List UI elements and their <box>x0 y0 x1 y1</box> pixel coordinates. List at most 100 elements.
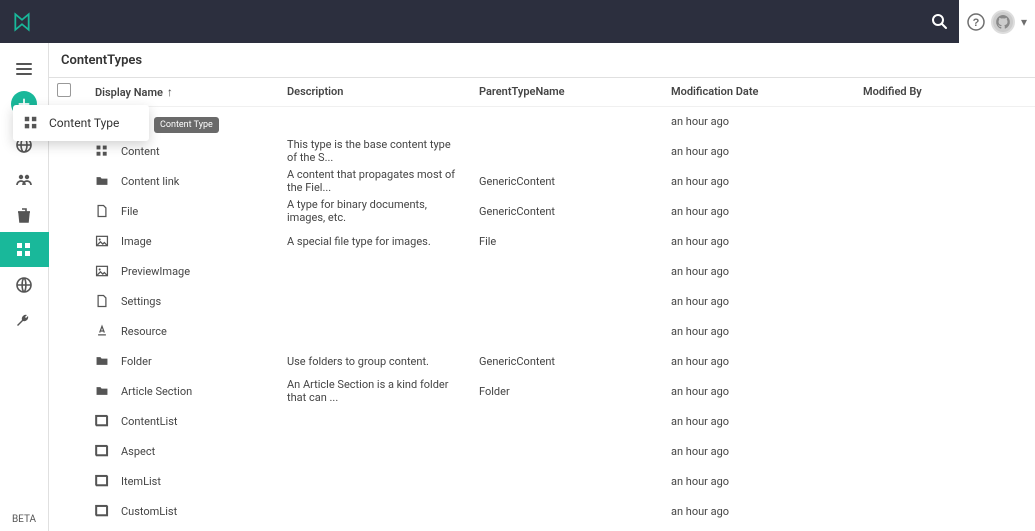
folder-icon <box>95 354 109 368</box>
table-row[interactable]: PreviewImage an hour ago <box>49 256 1035 286</box>
row-desc <box>279 256 471 286</box>
popover-label: Content Type <box>49 116 119 130</box>
row-mod: an hour ago <box>663 496 855 526</box>
row-mod: an hour ago <box>663 196 855 226</box>
row-parent <box>471 286 663 316</box>
row-parent: GenericContent <box>471 196 663 226</box>
sidebar-trash[interactable] <box>0 197 49 232</box>
col-mod-by[interactable]: Modified By <box>855 78 1035 106</box>
image-icon <box>95 264 109 278</box>
row-desc <box>279 436 471 466</box>
row-by <box>855 316 1035 346</box>
row-by <box>855 466 1035 496</box>
row-parent <box>471 436 663 466</box>
row-parent: GenericContent <box>471 346 663 376</box>
list-icon <box>95 414 109 428</box>
row-parent: GenericContent <box>471 166 663 196</box>
row-desc: This type is the base content type of th… <box>279 136 471 166</box>
table-row[interactable]: FolderUse folders to group content.Gener… <box>49 346 1035 376</box>
table-row[interactable]: Content link A content that propagates mo… <box>49 166 1035 196</box>
table-row[interactable]: Article SectionAn Article Section is a k… <box>49 376 1035 406</box>
list-icon <box>95 444 109 458</box>
row-name: File <box>121 205 138 218</box>
sidebar-settings[interactable] <box>0 302 49 337</box>
table-row[interactable]: Resource an hour ago <box>49 316 1035 346</box>
row-mod: an hour ago <box>663 316 855 346</box>
table-row[interactable]: Aspectan hour ago <box>49 436 1035 466</box>
search-icon[interactable] <box>929 0 959 43</box>
row-desc: A special file type for images. <box>279 226 471 256</box>
row-parent <box>471 316 663 346</box>
row-name: Settings <box>121 295 161 308</box>
row-desc: An Article Section is a kind folder that… <box>279 376 471 406</box>
folder-icon <box>95 384 109 398</box>
row-name: Content <box>121 145 160 158</box>
row-desc <box>279 106 471 136</box>
table-row[interactable]: CustomListan hour ago <box>49 496 1035 526</box>
row-parent <box>471 466 663 496</box>
row-desc: Use folders to group content. <box>279 346 471 376</box>
file-icon <box>95 204 109 218</box>
row-desc: A content that propagates most of the Fi… <box>279 166 471 196</box>
row-parent: Folder <box>471 376 663 406</box>
add-popover[interactable]: Content Type <box>13 105 149 141</box>
row-desc <box>279 286 471 316</box>
row-by <box>855 166 1035 196</box>
tooltip: Content Type <box>154 117 219 133</box>
row-by <box>855 436 1035 466</box>
row-mod: an hour ago <box>663 226 855 256</box>
row-name: Resource <box>121 325 167 338</box>
row-name: Image <box>121 235 152 248</box>
row-parent <box>471 106 663 136</box>
row-mod: an hour ago <box>663 256 855 286</box>
row-mod: an hour ago <box>663 106 855 136</box>
sidebar-language[interactable] <box>0 267 49 302</box>
list-icon <box>95 504 109 518</box>
row-desc <box>279 406 471 436</box>
sort-asc-icon: ↑ <box>167 85 173 99</box>
menu-button[interactable] <box>0 53 49 85</box>
row-name: Content link <box>121 175 179 188</box>
row-parent <box>471 406 663 436</box>
user-avatar[interactable] <box>991 10 1015 34</box>
row-parent: File <box>471 226 663 256</box>
table-row[interactable]: Image A special file type for images.File… <box>49 226 1035 256</box>
row-desc: A type for binary documents, images, etc… <box>279 196 471 226</box>
row-desc <box>279 316 471 346</box>
row-parent <box>471 256 663 286</box>
row-by <box>855 406 1035 436</box>
help-icon[interactable] <box>967 13 985 31</box>
row-by <box>855 496 1035 526</box>
chevron-down-icon[interactable]: ▾ <box>1021 15 1027 29</box>
row-by <box>855 346 1035 376</box>
app-logo[interactable] <box>0 0 43 43</box>
col-description[interactable]: Description <box>279 78 471 106</box>
table-row[interactable]: ItemListan hour ago <box>49 466 1035 496</box>
row-by <box>855 376 1035 406</box>
table-row[interactable]: Content This type is the base content typ… <box>49 136 1035 166</box>
row-mod: an hour ago <box>663 406 855 436</box>
row-mod: an hour ago <box>663 466 855 496</box>
row-name: Aspect <box>121 445 155 458</box>
table-row[interactable]: File A type for binary documents, images,… <box>49 196 1035 226</box>
sidebar-content-types[interactable] <box>0 232 49 267</box>
textformat-icon <box>95 324 109 338</box>
sidebar-people[interactable] <box>0 162 49 197</box>
col-parent[interactable]: ParentTypeName <box>471 78 663 106</box>
row-by <box>855 106 1035 136</box>
table-row[interactable]: ContentListan hour ago <box>49 406 1035 436</box>
row-desc <box>279 466 471 496</box>
row-by <box>855 256 1035 286</box>
table-row[interactable]: Settingsan hour ago <box>49 286 1035 316</box>
select-all-checkbox[interactable] <box>57 83 71 97</box>
row-mod: an hour ago <box>663 346 855 376</box>
col-display-name[interactable]: Display Name↑ <box>87 78 279 106</box>
row-parent <box>471 136 663 166</box>
widgets-icon <box>23 115 39 131</box>
row-name: PreviewImage <box>121 265 190 278</box>
content-types-table: Display Name↑ Description ParentTypeName… <box>49 78 1035 526</box>
widgets-icon <box>95 144 109 158</box>
list-icon <box>95 474 109 488</box>
row-parent <box>471 496 663 526</box>
col-mod-date[interactable]: Modification Date <box>663 78 855 106</box>
